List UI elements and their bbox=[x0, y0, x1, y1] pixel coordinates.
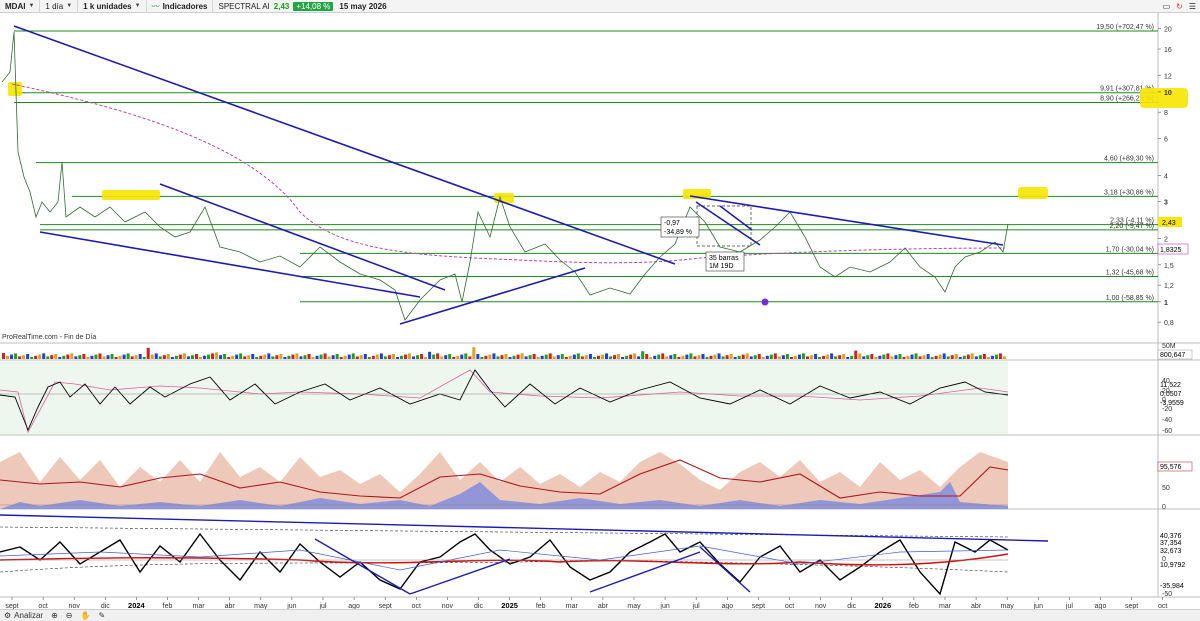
symbol-selector[interactable]: MDAI ▼ bbox=[0, 0, 41, 12]
interval-selector[interactable]: 1 día ▼ bbox=[40, 0, 79, 12]
measure-annotation[interactable]: -0,97 -34,89 % 35 barras 1M 19D bbox=[660, 205, 752, 272]
chart-area[interactable]: 19,50 (+702,47 %)9,91 (+307,81 %)8,90 (+… bbox=[0, 12, 1200, 609]
instrument-info: SPECTRAL AI 2,43 +14,08 % 15 may 2026 bbox=[213, 0, 391, 12]
ma-value-tag: 1,8325 bbox=[1160, 247, 1182, 254]
units-label: 1 k unidades bbox=[83, 1, 132, 11]
level-label: 1,00 (-58,85 %) bbox=[1106, 295, 1154, 302]
price-tick: 1,5 bbox=[1164, 263, 1174, 270]
volume-axis-label: 50M bbox=[1162, 343, 1176, 350]
interval-label: 1 día bbox=[45, 1, 64, 11]
osc1-value-b: 0,0507 bbox=[1160, 391, 1182, 398]
osc3-value-c: 32,673 bbox=[1160, 548, 1182, 555]
price-tick: 10 bbox=[1164, 90, 1172, 97]
change-badge: +14,08 % bbox=[293, 1, 334, 11]
event-marker[interactable] bbox=[761, 298, 769, 306]
quote-date: 15 may 2026 bbox=[339, 1, 387, 11]
zoom-out-icon[interactable]: ⊖ bbox=[62, 611, 77, 620]
year-label: 2026 bbox=[874, 601, 891, 609]
price-tick: 8 bbox=[1164, 110, 1168, 117]
osc3-tags: 40,376 37,354 32,673 10,9792 -35,984 0 -… bbox=[1160, 533, 1185, 598]
measure-percent: -34,89 % bbox=[664, 229, 692, 236]
units-selector[interactable]: 1 k unidades ▼ bbox=[78, 0, 147, 12]
bottom-bar: ⚙ Analizar ⊕ ⊖ ✋ ✎ bbox=[0, 609, 1200, 621]
indicators-icon: 〰 bbox=[151, 1, 160, 11]
symbol-label: MDAI bbox=[5, 1, 26, 11]
osc1-tick: -20 bbox=[1162, 406, 1172, 413]
analyze-label: Analizar bbox=[14, 611, 44, 620]
instrument-name: SPECTRAL AI bbox=[218, 1, 270, 11]
osc1-value-a: 11,522 bbox=[1160, 382, 1181, 389]
highlight-marks bbox=[8, 82, 1188, 203]
price-tick: 16 bbox=[1164, 47, 1172, 54]
chevron-down-icon: ▼ bbox=[134, 3, 141, 9]
indicators-button[interactable]: 〰 Indicadores bbox=[147, 0, 214, 12]
price-tick: 2 bbox=[1164, 237, 1168, 244]
measure-change: -0,97 bbox=[664, 220, 680, 227]
panel-separators bbox=[0, 12, 1200, 598]
osc1-value-c: -3,9559 bbox=[1160, 400, 1184, 407]
minimize-icon[interactable]: ▭ bbox=[1163, 2, 1171, 11]
level-label: 2,20 (-9,47 %) bbox=[1110, 223, 1154, 230]
price-tick: 12 bbox=[1164, 73, 1172, 80]
time-axis: sept oct nov dic 2024 feb mar abr may jun jul ago se… bbox=[5, 597, 1167, 609]
level-label: 1,32 (-45,68 %) bbox=[1106, 269, 1154, 276]
oscillator-3 bbox=[0, 514, 1049, 596]
toolbar-right: ▭ ↻ ☰ bbox=[1163, 0, 1196, 12]
price-tick: 1 bbox=[1164, 300, 1168, 307]
measure-bars: 35 barras bbox=[709, 255, 739, 262]
osc3-value-d: 10,9792 bbox=[1160, 562, 1185, 569]
osc2-axis: 50 0 bbox=[1162, 485, 1170, 511]
osc3-value-e: -35,984 bbox=[1160, 583, 1184, 590]
last-price: 2,43 bbox=[273, 1, 290, 11]
hand-icon[interactable]: ✋ bbox=[76, 611, 94, 620]
year-label: 2025 bbox=[501, 601, 518, 609]
osc3-value-a: 40,376 bbox=[1160, 533, 1182, 540]
osc3-axis-min: -50 bbox=[1162, 591, 1172, 598]
osc3-value-b: 37,354 bbox=[1160, 540, 1182, 547]
price-tick: 3 bbox=[1164, 200, 1168, 207]
price-tags: 2,43 1,8325 bbox=[1157, 217, 1189, 255]
level-label: 19,50 (+702,47 %) bbox=[1096, 24, 1154, 31]
data-source-label: ProRealTime.com - Fin de Día bbox=[2, 334, 97, 341]
measure-duration: 1M 19D bbox=[709, 263, 734, 270]
volume-bars bbox=[2, 347, 1006, 359]
osc2-tick: 50 bbox=[1162, 485, 1170, 492]
osc2-tick: 0 bbox=[1162, 504, 1166, 511]
osc3-axis-zero: 0 bbox=[1162, 556, 1166, 563]
analyze-button[interactable]: ⚙ Analizar bbox=[0, 611, 47, 620]
indicators-label: Indicadores bbox=[162, 1, 208, 11]
oscillator-2 bbox=[0, 452, 1009, 509]
trend-lines bbox=[13, 25, 1004, 325]
last-price-tag: 2,43 bbox=[1162, 220, 1176, 227]
price-tick: 1,2 bbox=[1164, 283, 1174, 290]
chevron-down-icon: ▼ bbox=[66, 3, 73, 9]
price-tick: 0,8 bbox=[1164, 320, 1174, 327]
draw-icon[interactable]: ✎ bbox=[94, 611, 109, 620]
level-label: 1,70 (-30,04 %) bbox=[1106, 246, 1154, 253]
osc1-tick: -40 bbox=[1162, 417, 1172, 424]
moving-average-line bbox=[11, 83, 1006, 264]
analyze-icon: ⚙ bbox=[4, 611, 12, 620]
price-levels: 19,50 (+702,47 %)9,91 (+307,81 %)8,90 (+… bbox=[14, 24, 1158, 303]
refresh-icon[interactable]: ↻ bbox=[1176, 2, 1183, 11]
price-tick: 4 bbox=[1164, 173, 1168, 180]
oscillator-1 bbox=[0, 361, 1009, 434]
osc1-tick: -60 bbox=[1162, 428, 1172, 435]
price-tick: 20 bbox=[1164, 27, 1172, 34]
level-label: 3,18 (+30,86 %) bbox=[1104, 189, 1154, 196]
price-tick: 6 bbox=[1164, 136, 1168, 143]
year-label: 2024 bbox=[128, 601, 146, 609]
menu-icon[interactable]: ☰ bbox=[1189, 2, 1196, 11]
level-label: 4,60 (+89,30 %) bbox=[1104, 156, 1154, 163]
volume-value-tag: 800,647 bbox=[1160, 352, 1185, 359]
chevron-down-icon: ▼ bbox=[28, 3, 35, 9]
zoom-in-icon[interactable]: ⊕ bbox=[47, 611, 62, 620]
price-axis: 20 16 12 10 8 6 4 3 2 1,5 1,2 1 0,8 bbox=[1158, 27, 1174, 327]
osc2-value-tag: 95,576 bbox=[1160, 464, 1182, 471]
